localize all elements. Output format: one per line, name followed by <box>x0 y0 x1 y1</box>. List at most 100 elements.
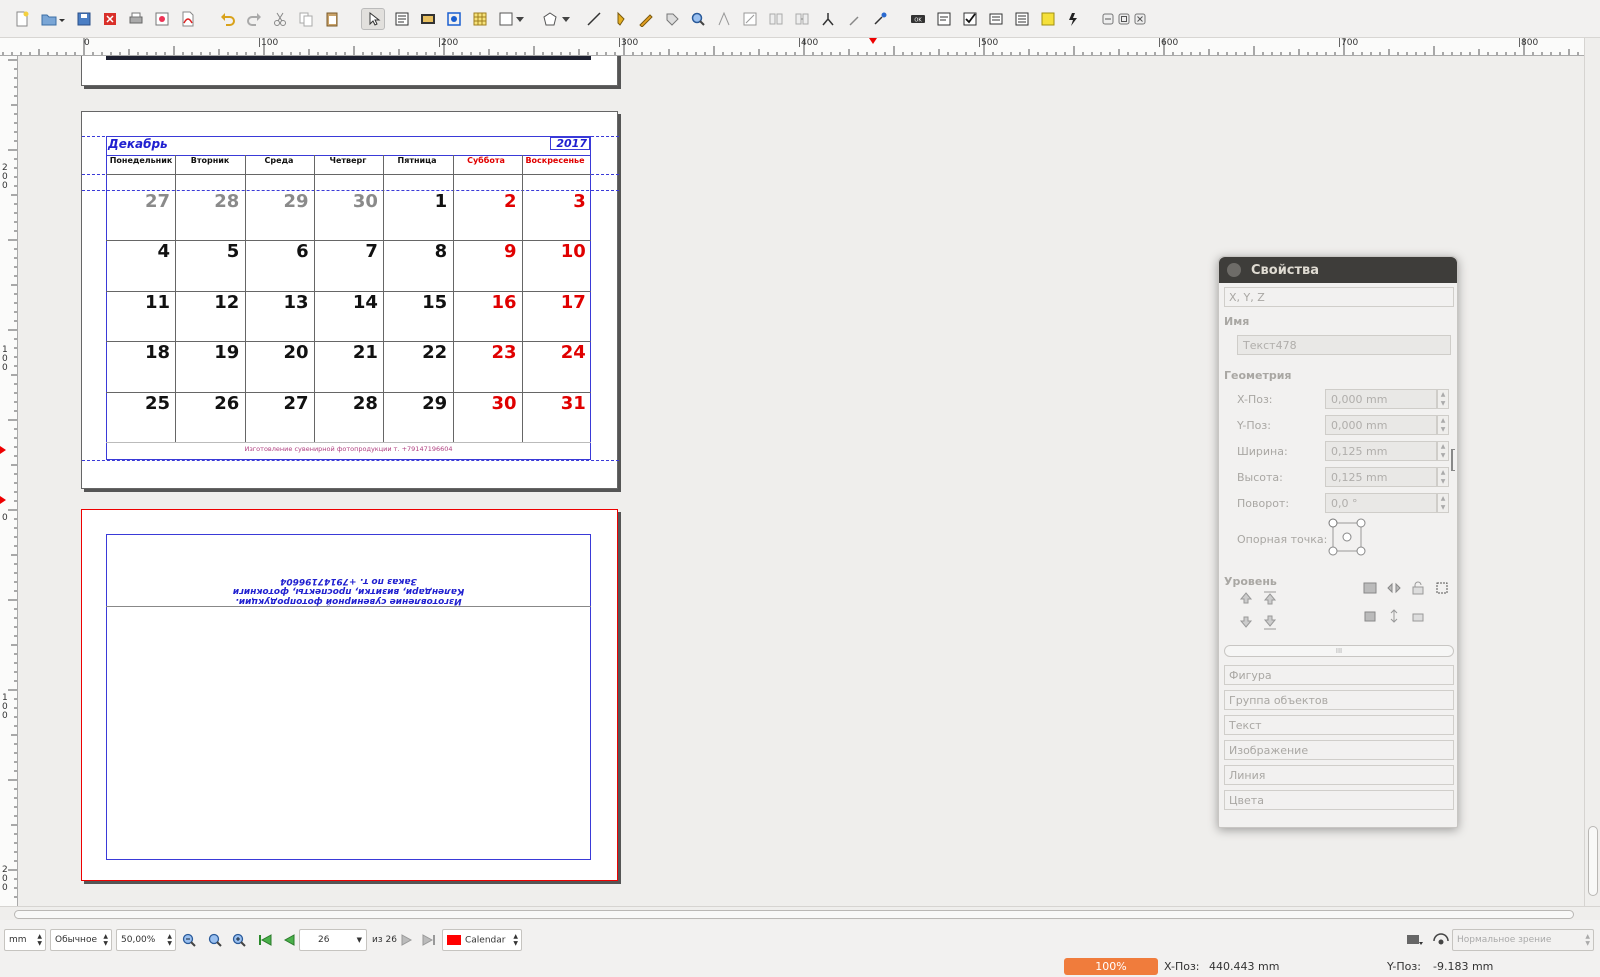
text-frame-icon[interactable] <box>392 9 412 29</box>
previous-page-icon[interactable] <box>280 931 298 949</box>
image-frame-icon[interactable] <box>418 9 438 29</box>
print-icon[interactable] <box>126 9 146 29</box>
x-pos-field[interactable]: 0,000 mm <box>1325 389 1437 409</box>
raise-icon[interactable] <box>1237 589 1255 607</box>
last-page-icon[interactable] <box>420 931 438 949</box>
shape-dropdown-icon[interactable] <box>514 9 526 29</box>
close-document-icon[interactable] <box>100 9 120 29</box>
page-back-cover[interactable]: Изготовление сувенирной фотопродукции. К… <box>81 509 618 881</box>
lock-icon[interactable] <box>1409 579 1427 597</box>
rotation-spinner[interactable]: ▲ ▼ <box>1437 493 1449 513</box>
window-minimize-icon[interactable] <box>1100 9 1116 29</box>
print-toggle-icon[interactable] <box>1361 607 1379 625</box>
rotation-field[interactable]: 0,0 ° <box>1325 493 1437 513</box>
x-pos-spinner[interactable]: ▲ ▼ <box>1437 389 1449 409</box>
eyedropper-color-icon[interactable] <box>870 9 890 29</box>
redo-icon[interactable] <box>244 9 264 29</box>
height-field[interactable]: 0,125 mm <box>1325 467 1437 487</box>
next-page-icon[interactable] <box>398 931 416 949</box>
pdf-link-annotation-icon[interactable] <box>1064 9 1084 29</box>
horizontal-scrollbar[interactable] <box>0 906 1600 920</box>
save-icon[interactable] <box>74 9 94 29</box>
properties-panel-header[interactable]: Свойства <box>1219 257 1457 283</box>
no-print-icon[interactable] <box>1409 607 1427 625</box>
section-text-button[interactable]: Текст <box>1224 715 1454 735</box>
pdf-text-annotation-icon[interactable] <box>1038 9 1058 29</box>
export-pdf-icon[interactable] <box>178 9 198 29</box>
section-colors-button[interactable]: Цвета <box>1224 790 1454 810</box>
xyz-section-button[interactable]: X, Y, Z <box>1224 287 1454 307</box>
raise-to-top-icon[interactable] <box>1261 589 1279 607</box>
shape-icon[interactable] <box>496 9 516 29</box>
vertical-ruler[interactable]: 2 0 0 1 0 0 0 1 0 0 2 0 0 <box>0 56 18 906</box>
section-group-button[interactable]: Группа объектов <box>1224 690 1454 710</box>
keep-ratio-chain-icon[interactable] <box>1451 449 1455 471</box>
open-document-icon[interactable] <box>40 9 66 29</box>
new-document-icon[interactable] <box>12 9 32 29</box>
preview-mode-icon[interactable] <box>1406 931 1424 949</box>
zoom-in-icon[interactable] <box>230 931 248 949</box>
pdf-combo-box-icon[interactable] <box>986 9 1006 29</box>
bezier-curve-icon[interactable] <box>610 9 630 29</box>
panel-close-icon[interactable] <box>1227 263 1241 277</box>
polygon-icon[interactable] <box>540 9 560 29</box>
table-icon[interactable] <box>470 9 490 29</box>
window-close-icon[interactable] <box>1132 9 1148 29</box>
size-lock-icon[interactable] <box>1433 579 1451 597</box>
eyedropper-icon[interactable] <box>844 9 864 29</box>
section-line-button[interactable]: Линия <box>1224 765 1454 785</box>
horizontal-ruler[interactable]: 0 |100 |200 |300 |400 |500 |600 |700 |80… <box>0 38 1584 56</box>
panel-horizontal-scrollbar[interactable]: III <box>1224 645 1454 657</box>
page-calendar[interactable]: Декабрь 2017 Понедельник Вторник Среда Ч… <box>81 111 619 489</box>
select-tool-icon[interactable] <box>361 8 385 30</box>
unlink-text-frames-icon[interactable] <box>766 9 786 29</box>
basepoint-selector[interactable] <box>1327 517 1367 557</box>
unit-select[interactable]: mm ▲ ▼ <box>4 929 46 951</box>
section-image-button[interactable]: Изображение <box>1224 740 1454 760</box>
height-spinner[interactable]: ▲ ▼ <box>1437 467 1449 487</box>
section-shape-button[interactable]: Фигура <box>1224 665 1454 685</box>
horizontal-scroll-thumb[interactable] <box>14 910 1574 919</box>
line-icon[interactable] <box>584 9 604 29</box>
page-number-select[interactable]: 26 ▼ <box>299 929 367 951</box>
link-text-frames-icon[interactable] <box>740 9 760 29</box>
pdf-text-field-icon[interactable] <box>934 9 954 29</box>
copy-icon[interactable] <box>296 9 316 29</box>
polygon-dropdown-icon[interactable] <box>560 9 572 29</box>
pdf-checkbox-icon[interactable] <box>960 9 980 29</box>
edit-contents-icon[interactable] <box>714 9 734 29</box>
width-spinner[interactable]: ▲ ▼ <box>1437 441 1449 461</box>
zoom-input[interactable]: 50,00% ▲ ▼ <box>116 929 176 951</box>
measurements-icon[interactable] <box>792 9 812 29</box>
vertical-scrollbar[interactable] <box>1584 38 1600 906</box>
zoom-100-icon[interactable] <box>206 931 224 949</box>
mode-select[interactable]: Обычное ▲ ▼ <box>50 929 112 951</box>
vertical-scroll-thumb[interactable] <box>1588 826 1598 896</box>
lower-to-bottom-icon[interactable] <box>1261 613 1279 631</box>
preflight-icon[interactable] <box>152 9 172 29</box>
window-restore-icon[interactable] <box>1116 9 1132 29</box>
y-pos-spinner[interactable]: ▲ ▼ <box>1437 415 1449 435</box>
zoom-out-icon[interactable] <box>180 931 198 949</box>
undo-icon[interactable] <box>218 9 238 29</box>
name-field[interactable]: Текст478 <box>1237 335 1451 355</box>
cut-icon[interactable] <box>270 9 290 29</box>
flip-horizontal-icon[interactable] <box>1361 579 1379 597</box>
first-page-icon[interactable] <box>256 931 274 949</box>
width-field[interactable]: 0,125 mm <box>1325 441 1437 461</box>
paste-icon[interactable] <box>322 9 342 29</box>
rotate-icon[interactable] <box>662 9 682 29</box>
layer-select[interactable]: Calendar ▲ ▼ <box>442 929 522 951</box>
view-mode-select[interactable]: Нормальное зрение ▲ ▼ <box>1452 929 1594 951</box>
text-flow-icon[interactable] <box>1385 607 1403 625</box>
flip-vertical-icon[interactable] <box>1385 579 1403 597</box>
page-previous[interactable] <box>81 56 618 86</box>
visual-mode-icon[interactable] <box>1432 931 1450 949</box>
pdf-push-button-icon[interactable]: OK <box>908 9 928 29</box>
zoom-icon[interactable] <box>688 9 708 29</box>
freehand-line-icon[interactable] <box>636 9 656 29</box>
render-frame-icon[interactable] <box>444 9 464 29</box>
y-pos-field[interactable]: 0,000 mm <box>1325 415 1437 435</box>
copy-properties-icon[interactable] <box>818 9 838 29</box>
pdf-list-box-icon[interactable] <box>1012 9 1032 29</box>
